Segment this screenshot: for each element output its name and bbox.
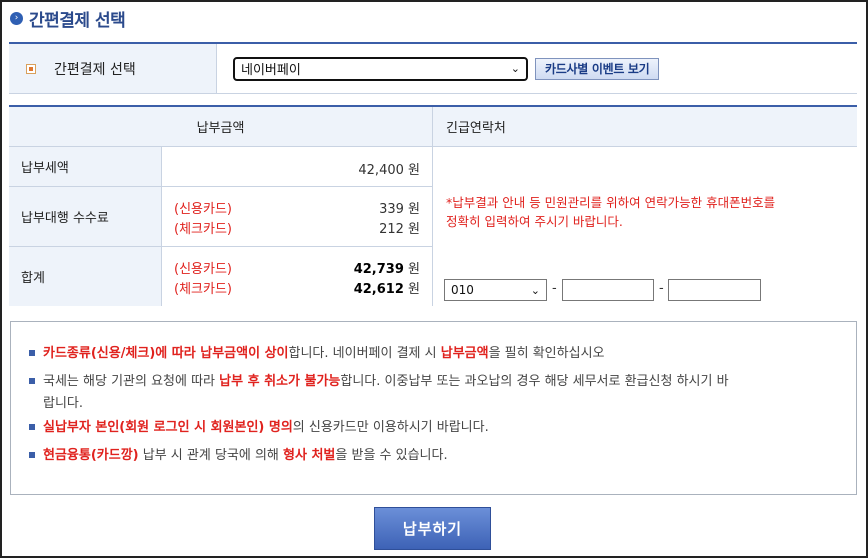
tax-value-cell: 42,400 원 (162, 147, 433, 187)
total-credit-kind: (신용카드) (174, 262, 232, 277)
dropdown-value: 네이버페이 (241, 63, 301, 78)
phone-middle-input[interactable] (562, 279, 654, 301)
page-title: 간편결제 선택 (29, 10, 126, 31)
fee-credit-kind: (신용카드) (174, 202, 232, 217)
contact-header: 긴급연락처 (433, 107, 857, 147)
easy-pay-dropdown[interactable]: 네이버페이 ⌄ (233, 56, 528, 81)
fee-value-cell: (신용카드) 339 원 (체크카드) 212 원 (162, 187, 433, 247)
amount-table: 납부금액 긴급연락처 납부세액 42,400 원 납부대행 수수료 (신용카드)… (9, 105, 857, 306)
fee-credit-value: 339 원 (379, 202, 420, 217)
contact-cell: *납부결과 안내 등 민원관리를 위하여 연락가능한 휴대폰번호를 정확히 입력… (433, 147, 857, 306)
tax-value: 42,400 원 (358, 163, 420, 178)
phone-last-input[interactable] (668, 279, 761, 301)
amount-header: 납부금액 (9, 107, 433, 147)
total-check-value: 42,612 원 (353, 282, 420, 297)
square-bullet-icon (26, 63, 36, 74)
square-bullet-icon (29, 378, 35, 384)
selection-label: 간편결제 선택 (54, 61, 136, 78)
selection-controls: 네이버페이 ⌄ 카드사별 이벤트 보기 (217, 44, 857, 93)
easy-pay-selection: 간편결제 선택 네이버페이 ⌄ 카드사별 이벤트 보기 (9, 42, 857, 94)
notice-item: 국세는 해당 기관의 요청에 따라 납부 후 취소가 불가능합니다. 이중납부 … (29, 371, 839, 415)
selection-label-cell: 간편결제 선택 (9, 44, 217, 93)
notice-item: 현금융통(카드깡) 납부 시 관계 당국에 의해 형사 처벌을 받을 수 있습니… (29, 445, 839, 467)
phone-separator: - (552, 281, 557, 296)
phone-prefix-select[interactable]: 010 ⌄ (444, 279, 547, 301)
fee-check-kind: (체크카드) (174, 222, 232, 237)
total-credit-value: 42,739 원 (353, 262, 420, 277)
square-bullet-icon (29, 424, 35, 430)
card-event-button[interactable]: 카드사별 이벤트 보기 (535, 57, 660, 80)
phone-separator: - (659, 281, 664, 296)
fee-label: 납부대행 수수료 (9, 187, 162, 247)
square-bullet-icon (29, 452, 35, 458)
contact-notice: *납부결과 안내 등 민원관리를 위하여 연락가능한 휴대폰번호를 정확히 입력… (446, 195, 776, 229)
circle-chevron-right-icon: › (10, 11, 23, 25)
chevron-down-icon: ⌄ (510, 62, 520, 75)
total-check-kind: (체크카드) (174, 282, 232, 297)
notice-item: 실납부자 본인(회원 로그인 시 회원본인) 명의의 신용카드만 이용하시기 바… (29, 417, 839, 439)
pay-button[interactable]: 납부하기 (374, 507, 491, 550)
square-bullet-icon (29, 350, 35, 356)
notice-item: 카드종류(신용/체크)에 따라 납부금액이 상이합니다. 네이버페이 결제 시 … (29, 343, 839, 365)
total-label: 합계 (9, 247, 162, 306)
tax-label: 납부세액 (9, 147, 162, 187)
chevron-down-icon: ⌄ (530, 283, 540, 297)
total-value-cell: (신용카드) 42,739 원 (체크카드) 42,612 원 (162, 247, 433, 306)
payment-window: › 간편결제 선택 간편결제 선택 네이버페이 ⌄ 카드사별 이벤트 보기 납부… (0, 0, 868, 558)
fee-check-value: 212 원 (379, 222, 420, 237)
notice-box: 카드종류(신용/체크)에 따라 납부금액이 상이합니다. 네이버페이 결제 시 … (10, 321, 857, 495)
page-header: › 간편결제 선택 (10, 6, 126, 31)
